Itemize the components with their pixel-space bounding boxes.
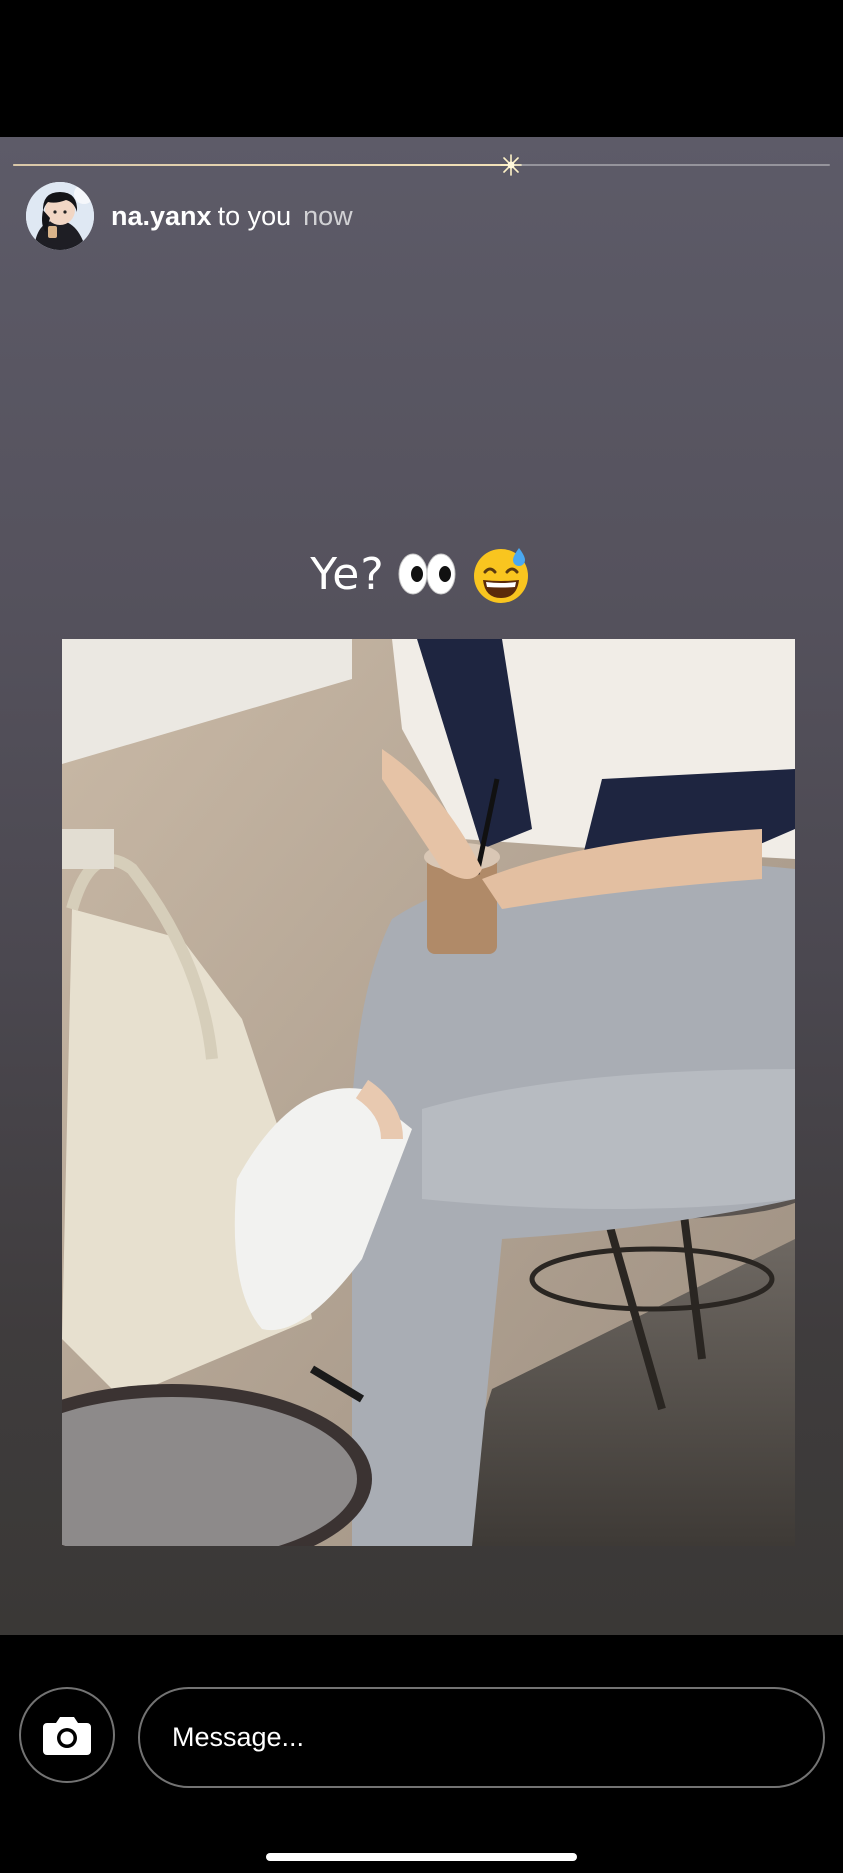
camera-icon [43,1717,91,1755]
message-input[interactable] [138,1687,825,1788]
story-caption: Ye? [0,542,843,606]
eyes-emoji [398,553,456,595]
post-photo [62,639,795,1546]
caption-text: Ye? [310,548,385,600]
story-header: na.yanx to you now [26,181,353,251]
avatar-image [26,182,94,250]
username[interactable]: na.yanx [111,201,212,231]
message-composer [0,1635,843,1873]
timestamp: now [303,200,353,231]
story-header-text: na.yanx to you now [111,201,353,232]
recipient-label: to you [217,200,292,231]
story-progress-fill [13,164,512,166]
status-bar-area [0,0,843,137]
story-progress-bar [13,154,830,176]
grinning-sweat-emoji [473,548,528,603]
avatar[interactable] [26,182,94,250]
story-viewer[interactable]: na.yanx to you now Ye? [0,137,843,1635]
shared-post-image[interactable] [62,639,795,1546]
sparkle-icon [500,154,523,176]
home-indicator [266,1853,577,1861]
camera-button[interactable] [19,1687,115,1783]
